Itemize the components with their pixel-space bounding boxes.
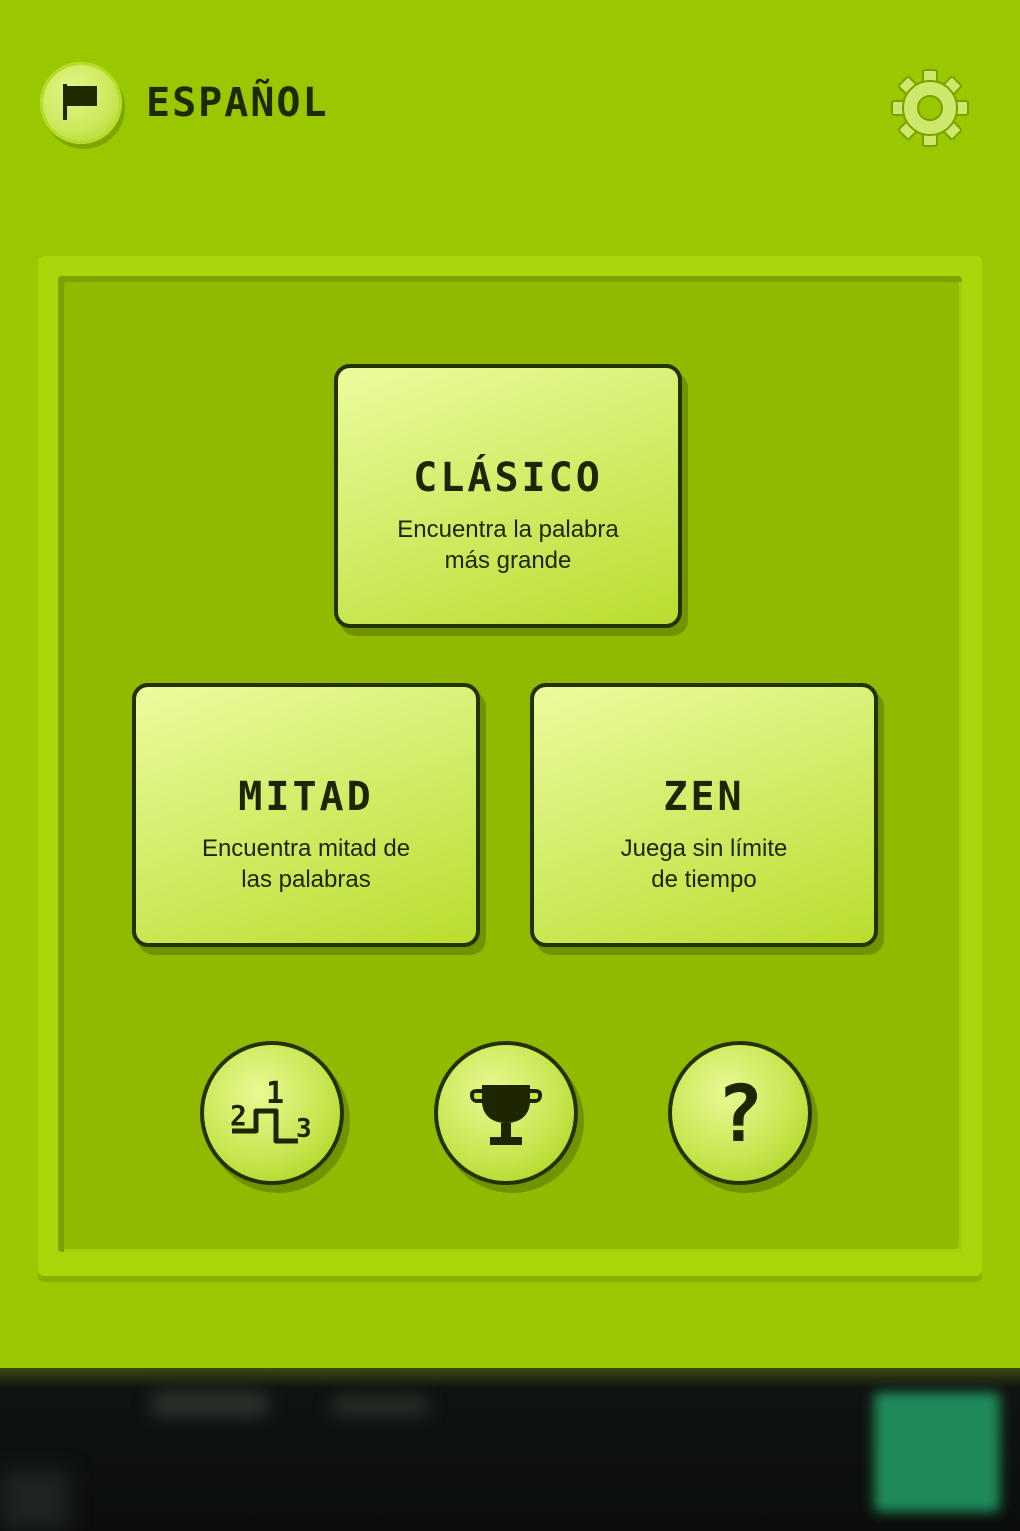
mode-zen-desc-line2: de tiempo	[651, 866, 757, 893]
mode-clasico-desc-line1: Encuentra la palabra	[397, 516, 619, 543]
achievements-button[interactable]	[434, 1041, 578, 1185]
ad-banner[interactable]	[0, 1368, 1020, 1531]
gear-icon	[891, 69, 969, 147]
ranking-button[interactable]: 1 2 3	[200, 1041, 344, 1185]
help-button[interactable]: ?	[668, 1041, 812, 1185]
mode-clasico-description: Encuentra la palabra más grande	[358, 514, 658, 576]
mode-mitad-desc-line2: las palabras	[241, 866, 371, 893]
mode-clasico-title: CLÁSICO	[413, 455, 603, 501]
settings-button[interactable]	[888, 66, 972, 150]
podium-third-digit: 3	[296, 1114, 312, 1144]
help-glyph: ?	[717, 1070, 764, 1160]
ad-blurred-logo	[0, 1470, 70, 1530]
mode-mitad-title: MITAD	[238, 774, 374, 820]
language-button[interactable]	[40, 62, 122, 144]
podium-second-digit: 2	[230, 1099, 247, 1132]
mode-zen-button[interactable]: ZEN Juega sin límite de tiempo	[530, 683, 878, 947]
podium-icon: 1 2 3	[230, 1076, 312, 1144]
mode-mitad-button[interactable]: MITAD Encuentra mitad de las palabras	[132, 683, 480, 947]
mode-clasico-desc-line2: más grande	[444, 547, 572, 574]
language-label[interactable]: ESPAÑOL	[146, 80, 329, 126]
mode-mitad-desc-line1: Encuentra mitad de	[201, 835, 411, 862]
podium-first-digit: 1	[266, 1076, 284, 1111]
mode-zen-desc-line1: Juega sin límite	[620, 835, 788, 862]
mode-clasico-button[interactable]: CLÁSICO Encuentra la palabra más grande	[334, 364, 682, 628]
question-icon: ?	[717, 1070, 764, 1160]
trophy-icon	[470, 1085, 542, 1145]
ad-action-button[interactable]	[874, 1392, 1000, 1512]
ad-blurred-text	[330, 1395, 430, 1417]
main-menu-screen: ESPAÑOL CLÁSICO Encuentra la palabra más…	[0, 0, 1020, 1531]
flag-icon	[63, 84, 97, 120]
mode-mitad-description: Encuentra mitad de las palabras	[156, 833, 456, 895]
mode-zen-title: ZEN	[663, 774, 745, 820]
mode-zen-description: Juega sin límite de tiempo	[554, 833, 854, 895]
ad-blurred-text	[150, 1390, 270, 1418]
